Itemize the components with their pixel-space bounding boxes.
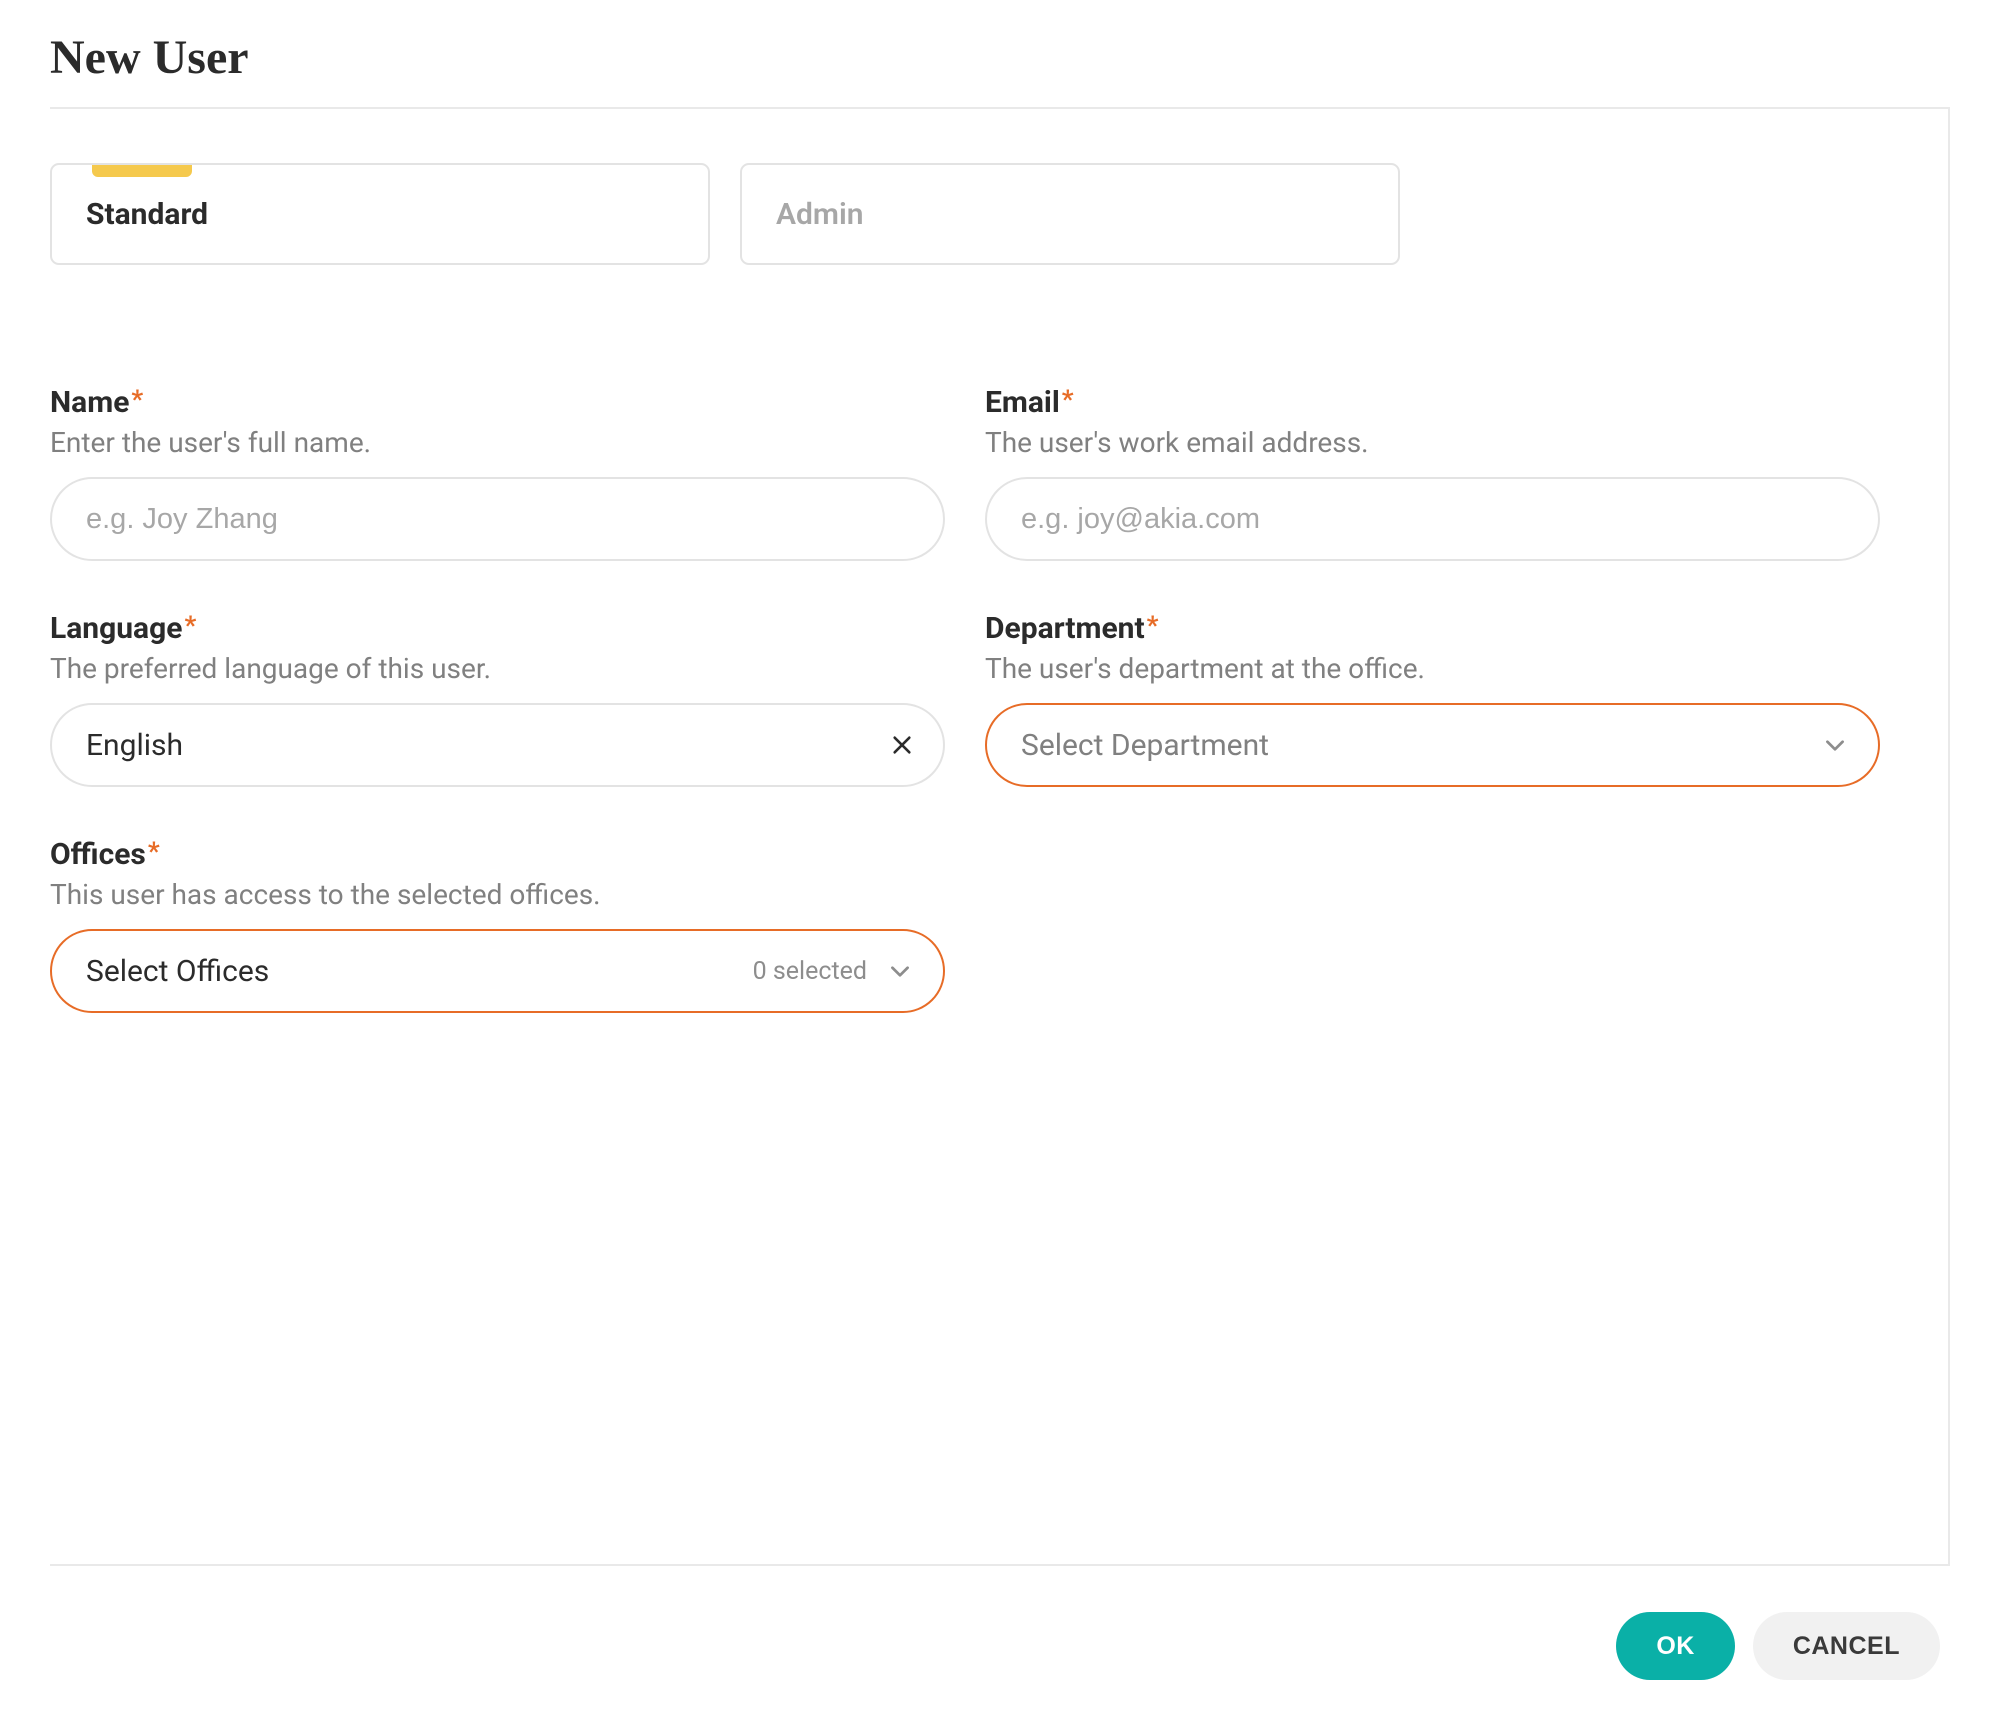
offices-help: This user has access to the selected off… [50,878,945,911]
content-area: Standard Admin Name* Enter the user's fu… [50,109,1950,1564]
department-label-row: Department* [985,611,1880,646]
user-type-standard-card[interactable]: Standard [50,163,710,265]
offices-field: Offices* This user has access to the sel… [50,837,945,1013]
offices-label-row: Offices* [50,837,945,872]
email-field: Email* The user's work email address. [985,385,1880,561]
email-input[interactable] [985,477,1880,561]
name-field: Name* Enter the user's full name. [50,385,945,561]
required-star-icon: * [148,837,160,867]
language-label: Language [50,611,182,646]
close-icon[interactable] [891,734,913,756]
form: Name* Enter the user's full name. Email*… [50,385,1930,1013]
department-select-right [1822,732,1848,758]
new-user-page: New User Standard Admin Name* Enter the … [0,0,2000,1730]
cancel-button[interactable]: CANCEL [1753,1612,1940,1680]
empty-field [985,837,1880,1013]
user-type-toggle: Standard Admin [50,163,1930,265]
ok-button[interactable]: OK [1616,1612,1735,1680]
department-help: The user's department at the office. [985,652,1880,685]
user-type-admin-label: Admin [776,197,864,232]
department-label: Department [985,611,1145,646]
required-star-icon: * [184,611,196,641]
form-row: Name* Enter the user's full name. Email*… [50,385,1930,561]
offices-select-placeholder: Select Offices [86,954,269,989]
user-type-admin-card[interactable]: Admin [740,163,1400,265]
offices-select-right: 0 selected [753,957,913,986]
language-select[interactable]: English [50,703,945,787]
language-select-right [891,734,913,756]
offices-selected-count: 0 selected [753,957,867,986]
language-label-row: Language* [50,611,945,646]
department-select-placeholder: Select Department [1021,728,1269,763]
name-input[interactable] [50,477,945,561]
language-select-value: English [86,728,183,763]
name-label: Name [50,385,129,420]
email-label-row: Email* [985,385,1880,420]
language-field: Language* The preferred language of this… [50,611,945,787]
user-type-standard-label: Standard [86,197,208,232]
email-label: Email [985,385,1060,420]
offices-label: Offices [50,837,146,872]
department-field: Department* The user's department at the… [985,611,1880,787]
offices-select[interactable]: Select Offices 0 selected [50,929,945,1013]
email-help: The user's work email address. [985,426,1880,459]
name-label-row: Name* [50,385,945,420]
footer: OK CANCEL [50,1566,1950,1690]
required-star-icon: * [1062,385,1074,415]
language-help: The preferred language of this user. [50,652,945,685]
required-star-icon: * [131,385,143,415]
chevron-down-icon [887,958,913,984]
name-help: Enter the user's full name. [50,426,945,459]
chevron-down-icon [1822,732,1848,758]
form-row: Offices* This user has access to the sel… [50,837,1930,1013]
department-select[interactable]: Select Department [985,703,1880,787]
required-star-icon: * [1147,611,1159,641]
highlight-strip-icon [92,165,192,177]
form-row: Language* The preferred language of this… [50,611,1930,787]
page-title: New User [50,30,1950,107]
